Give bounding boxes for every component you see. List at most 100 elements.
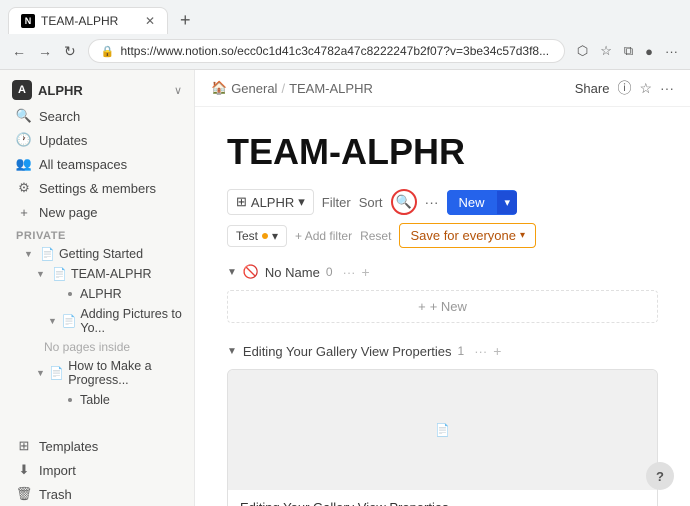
- sidebar-item-trash-label: Trash: [39, 487, 72, 502]
- settings-icon: ⚙: [16, 180, 32, 196]
- new-button-group: New ▾: [447, 190, 518, 215]
- tab-favicon: N: [21, 14, 35, 28]
- tree-item-label: ALPHR: [80, 287, 122, 301]
- sidebar-item-settings-label: Settings & members: [39, 181, 156, 196]
- filter-tag-label: Test: [236, 229, 258, 243]
- chevron-down-icon: ▼: [36, 269, 48, 279]
- workspace-chevron-icon: ∨: [174, 84, 182, 97]
- page-icon: 📄: [52, 267, 67, 281]
- no-name-section-header[interactable]: ▼ 🚫 No Name 0 ··· +: [227, 260, 658, 284]
- help-button[interactable]: ?: [646, 462, 674, 490]
- sidebar-item-updates[interactable]: 🕐 Updates: [4, 128, 190, 152]
- section-name: No Name: [265, 265, 320, 280]
- filter-button[interactable]: Filter: [322, 195, 351, 210]
- sidebar-item-teamspaces-label: All teamspaces: [39, 157, 127, 172]
- newpage-icon: +: [16, 204, 32, 220]
- add-filter-button[interactable]: + Add filter: [295, 229, 352, 243]
- star-icon[interactable]: ☆: [639, 80, 652, 97]
- breadcrumb-home-icon: 🏠: [211, 80, 227, 96]
- more-options-icon[interactable]: ···: [660, 80, 674, 96]
- add-new-row-button[interactable]: + + New: [227, 290, 658, 323]
- new-button-chevron[interactable]: ▾: [497, 191, 518, 214]
- page-icon: 📄: [61, 314, 76, 328]
- section-more-icon[interactable]: ···: [343, 265, 356, 280]
- test-filter-tag[interactable]: Test ▾: [227, 225, 287, 247]
- workspace-name: ALPHR: [38, 83, 168, 98]
- app: A ALPHR ∨ 🔍 Search 🕐 Updates 👥 All teams…: [0, 70, 690, 506]
- sidebar-item-newpage[interactable]: + New page: [4, 200, 190, 224]
- tab-close-button[interactable]: ✕: [145, 14, 155, 28]
- search-circle-button[interactable]: 🔍: [391, 189, 417, 215]
- more-options-button[interactable]: ···: [425, 194, 439, 210]
- sidebar-item-templates[interactable]: ⊞ Templates: [4, 434, 190, 458]
- section-count: 0: [326, 265, 333, 279]
- db-view-selector[interactable]: ⊞ ALPHR ▾: [227, 189, 314, 215]
- topbar-actions: Share ⓘ ☆ ···: [575, 78, 674, 98]
- sidebar-tree-adding-pictures[interactable]: ▼ 📄 Adding Pictures to Yo...: [4, 304, 190, 338]
- breadcrumb-separator: /: [281, 81, 285, 96]
- dot-icon: [68, 292, 72, 296]
- forward-button[interactable]: →: [34, 41, 56, 62]
- info-icon[interactable]: ⓘ: [617, 78, 631, 98]
- gallery-card[interactable]: 📄 Editing Your Gallery View Properties: [227, 369, 658, 506]
- tree-item-label: How to Make a Progress...: [68, 359, 182, 387]
- browser-more-icon[interactable]: ···: [661, 42, 682, 61]
- sidebar-tree-team-alphr[interactable]: ▼ 📄 TEAM-ALPHR: [4, 264, 190, 284]
- lock-icon: 🔒: [101, 45, 115, 58]
- db-view-name: ALPHR: [251, 195, 294, 210]
- workspace-icon: A: [12, 80, 32, 100]
- no-icon: 🚫: [243, 264, 259, 280]
- section-add-icon[interactable]: +: [493, 343, 501, 359]
- editing-section-header[interactable]: ▼ Editing Your Gallery View Properties 1…: [227, 339, 658, 363]
- sidebar-item-updates-label: Updates: [39, 133, 87, 148]
- sort-button[interactable]: Sort: [359, 195, 383, 210]
- address-bar: ← → ↻ 🔒 https://www.notion.so/ecc0c1d41c…: [0, 35, 690, 69]
- workspace-header[interactable]: A ALPHR ∨: [0, 70, 194, 104]
- templates-icon: ⊞: [16, 438, 32, 454]
- page-icon: 📄: [40, 247, 55, 261]
- new-tab-button[interactable]: +: [172, 6, 199, 35]
- sidebar-item-trash[interactable]: 🗑 Trash: [4, 482, 190, 506]
- sidebar-tree-alphr[interactable]: ALPHR: [4, 284, 190, 304]
- chevron-down-icon: ▼: [24, 249, 36, 259]
- trash-icon: 🗑: [16, 486, 32, 502]
- page-content: TEAM-ALPHR ⊞ ALPHR ▾ Filter Sort 🔍 ···: [195, 107, 690, 506]
- extensions-icon[interactable]: ⧉: [620, 41, 637, 61]
- chevron-down-icon: ▼: [48, 316, 57, 326]
- refresh-button[interactable]: ↻: [60, 41, 80, 62]
- sidebar-item-search-label: Search: [39, 109, 80, 124]
- sidebar-item-settings[interactable]: ⚙ Settings & members: [4, 176, 190, 200]
- dot-icon: [68, 398, 72, 402]
- sidebar-item-import-label: Import: [39, 463, 76, 478]
- sidebar-item-templates-label: Templates: [39, 439, 98, 454]
- active-tab[interactable]: N TEAM-ALPHR ✕: [8, 7, 168, 34]
- save-chevron-icon: ▾: [520, 230, 525, 241]
- updates-icon: 🕐: [16, 132, 32, 148]
- sidebar-tree-getting-started[interactable]: ▼ 📄 Getting Started: [4, 244, 190, 264]
- section-add-icon[interactable]: +: [362, 264, 370, 280]
- url-bar[interactable]: 🔒 https://www.notion.so/ecc0c1d41c3c4782…: [88, 39, 565, 63]
- sidebar-item-import[interactable]: ⬇ Import: [4, 458, 190, 482]
- section-name: Editing Your Gallery View Properties: [243, 344, 452, 359]
- card-thumbnail-placeholder: 📄: [435, 423, 450, 437]
- sidebar-tree-table[interactable]: Table: [4, 390, 190, 410]
- nav-buttons: ← → ↻: [8, 41, 80, 62]
- plus-icon: +: [418, 299, 426, 314]
- sidebar-item-teamspaces[interactable]: 👥 All teamspaces: [4, 152, 190, 176]
- new-button[interactable]: New: [447, 190, 497, 215]
- share-button[interactable]: Share: [575, 81, 610, 96]
- sidebar-tree-how-to-progress[interactable]: ▼ 📄 How to Make a Progress...: [4, 356, 190, 390]
- filter-sort-group: Filter Sort 🔍 ···: [322, 189, 439, 215]
- sidebar-item-newpage-label: New page: [39, 205, 98, 220]
- back-button[interactable]: ←: [8, 41, 30, 62]
- section-more-icon[interactable]: ···: [474, 344, 487, 359]
- tree-item-label: Table: [80, 393, 110, 407]
- cast-icon[interactable]: ⬡: [573, 41, 592, 61]
- bookmark-icon[interactable]: ☆: [596, 41, 616, 61]
- tree-item-label: TEAM-ALPHR: [71, 267, 152, 281]
- private-section-label: Private: [0, 224, 194, 244]
- save-for-everyone-button[interactable]: Save for everyone ▾: [399, 223, 536, 248]
- reset-button[interactable]: Reset: [360, 229, 391, 243]
- profile-icon[interactable]: ●: [641, 42, 657, 61]
- sidebar-item-search[interactable]: 🔍 Search: [4, 104, 190, 128]
